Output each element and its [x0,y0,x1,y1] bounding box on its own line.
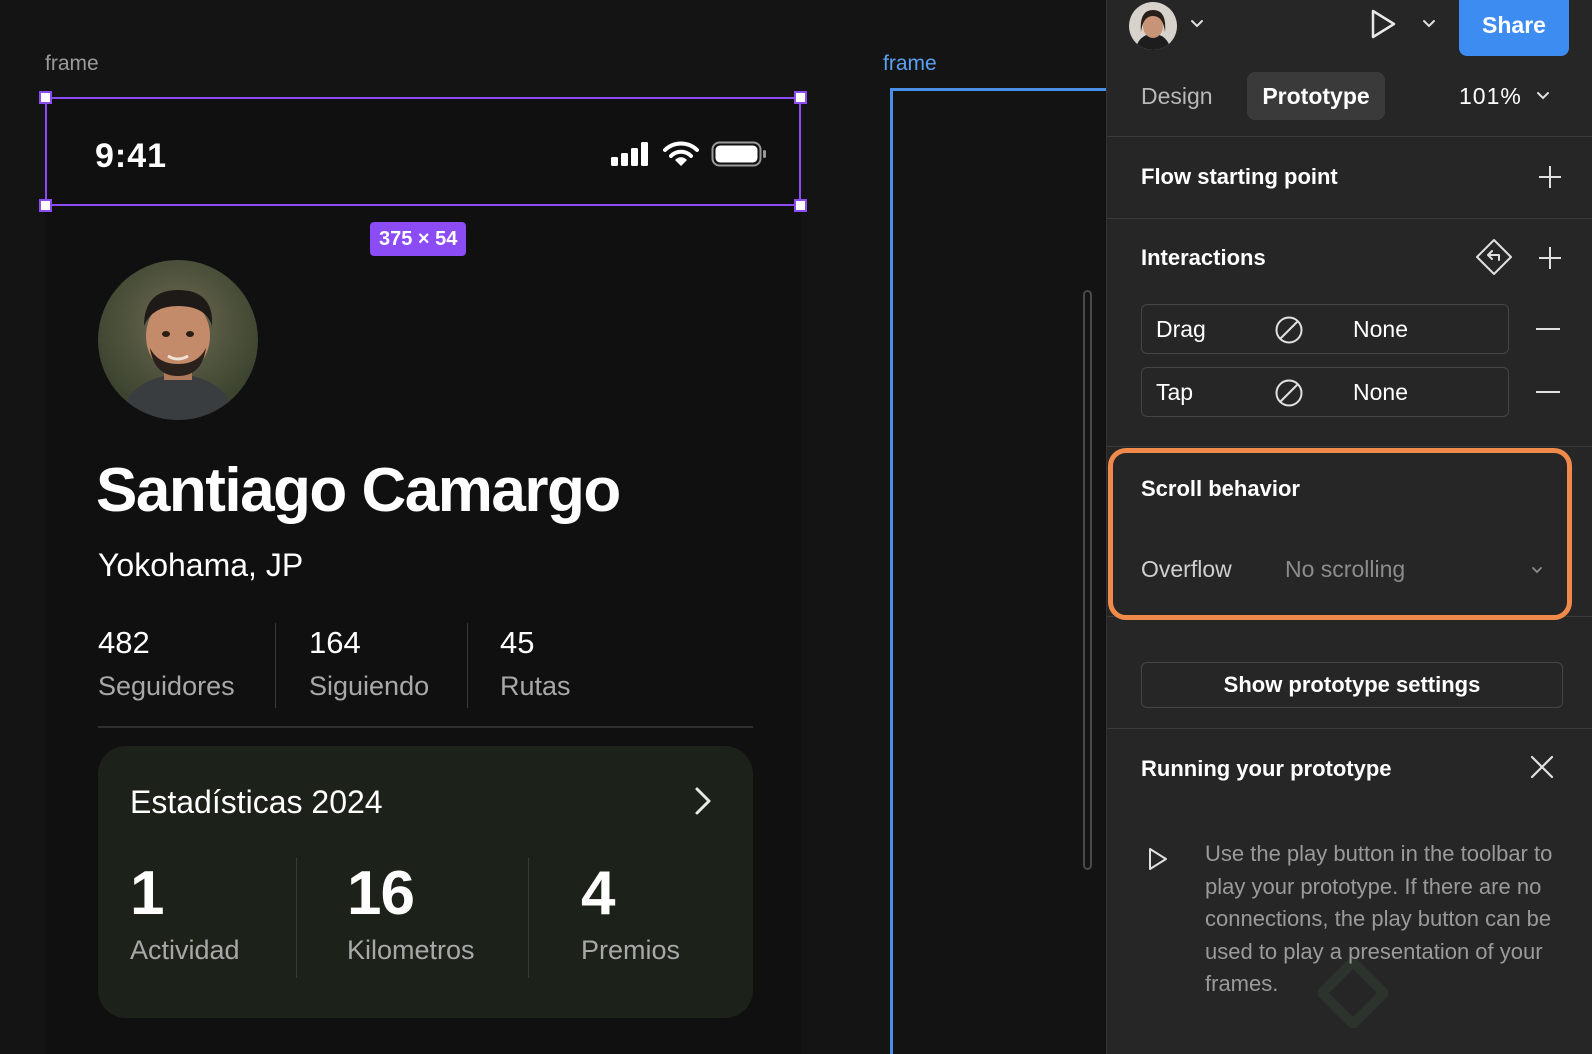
properties-panel: Share Design Prototype 101% Flow startin… [1106,0,1592,1054]
stat-following: 164 Siguiendo [309,625,429,702]
plus-icon[interactable] [1537,245,1563,271]
card-stat-label: Kilometros [347,935,475,965]
profile-location: Yokohama, JP [98,547,304,583]
chevron-down-icon[interactable] [1531,564,1543,576]
minus-icon[interactable] [1535,327,1561,331]
stat-label: Rutas [500,671,571,701]
section-divider [1107,218,1592,219]
card-stat-value: 4 [581,859,615,928]
card-stat-activity: 1 Actividad [130,858,240,966]
chevron-down-icon[interactable] [1535,88,1551,104]
section-divider [1107,728,1592,729]
interaction-row-tap[interactable]: Tap None [1141,367,1509,417]
chevron-right-icon[interactable] [693,786,713,816]
show-prototype-settings-button[interactable]: Show prototype settings [1141,662,1563,708]
stat-followers: 482 Seguidores [98,625,235,702]
interaction-action[interactable]: None [1353,305,1408,353]
play-icon[interactable] [1369,8,1397,40]
overflow-label: Overflow [1141,556,1232,582]
card-stat-divider [296,858,297,978]
card-stat-divider [528,858,529,978]
interaction-trigger[interactable]: Tap [1156,368,1193,416]
frame-label-1[interactable]: frame [45,52,99,76]
status-bar[interactable]: 9:41 [45,97,801,206]
scroll-behavior-title: Scroll behavior [1141,476,1300,501]
card-title: Estadísticas 2024 [130,784,383,820]
selection-size-badge: 375 × 54 [370,222,467,256]
stat-divider [467,623,468,708]
overflow-select[interactable]: No scrolling [1285,556,1405,583]
no-action-icon [1275,316,1303,344]
card-stat-kilometers: 16 Kilometros [347,858,475,966]
interaction-row-drag[interactable]: Drag None [1141,304,1509,354]
running-prototype-title: Running your prototype [1141,756,1392,781]
tab-prototype[interactable]: Prototype [1247,72,1385,120]
zoom-level[interactable]: 101% [1459,72,1522,120]
stat-routes: 45 Rutas [500,625,571,702]
flow-starting-point-title: Flow starting point [1141,164,1338,189]
chevron-down-icon[interactable] [1421,16,1437,32]
play-icon [1149,848,1167,870]
card-stat-value: 16 [347,859,415,928]
stat-label: Seguidores [98,671,235,701]
running-prototype-description: Use the play button in the toolbar to pl… [1205,841,1553,996]
close-icon[interactable] [1529,754,1555,780]
stat-value: 482 [98,625,150,660]
interaction-flow-icon[interactable] [1475,238,1513,276]
section-divider [1107,446,1592,447]
tab-design[interactable]: Design [1141,72,1213,120]
no-action-icon [1275,379,1303,407]
status-time: 9:41 [95,137,168,175]
interactions-title: Interactions [1141,245,1266,270]
battery-icon [711,141,766,167]
panel-toolbar: Share [1107,0,1592,56]
card-stat-label: Actividad [130,935,240,965]
plus-icon[interactable] [1537,164,1563,190]
interaction-trigger[interactable]: Drag [1156,305,1206,353]
card-stat-awards: 4 Premios [581,858,680,966]
stats-card[interactable]: Estadísticas 2024 1 Actividad 16 Kilomet… [98,746,753,1018]
wifi-icon [663,141,699,166]
profile-name: Santiago Camargo [96,456,621,525]
card-stat-label: Premios [581,935,681,965]
second-frame[interactable] [890,88,1106,1054]
stat-label: Siguiendo [309,671,430,701]
card-stat-value: 1 [130,859,164,928]
watermark-logo-icon [1318,958,1388,1028]
interaction-action[interactable]: None [1353,368,1408,416]
stats-divider [98,726,753,728]
design-canvas[interactable]: frame frame 9:41 375 × 54 Santiago Camar… [0,0,1106,1054]
stat-value: 164 [309,625,361,660]
profile-avatar[interactable] [98,260,258,420]
chevron-down-icon[interactable] [1189,16,1205,32]
share-button[interactable]: Share [1459,0,1569,56]
minus-icon[interactable] [1535,390,1561,394]
user-avatar[interactable] [1129,2,1177,50]
stat-value: 45 [500,625,535,660]
stat-divider [275,623,276,708]
section-divider [1107,616,1592,617]
cellular-icon [611,142,648,166]
section-divider [1107,136,1592,137]
canvas-scrollbar[interactable] [1083,290,1092,870]
frame-label-2[interactable]: frame [883,52,937,76]
